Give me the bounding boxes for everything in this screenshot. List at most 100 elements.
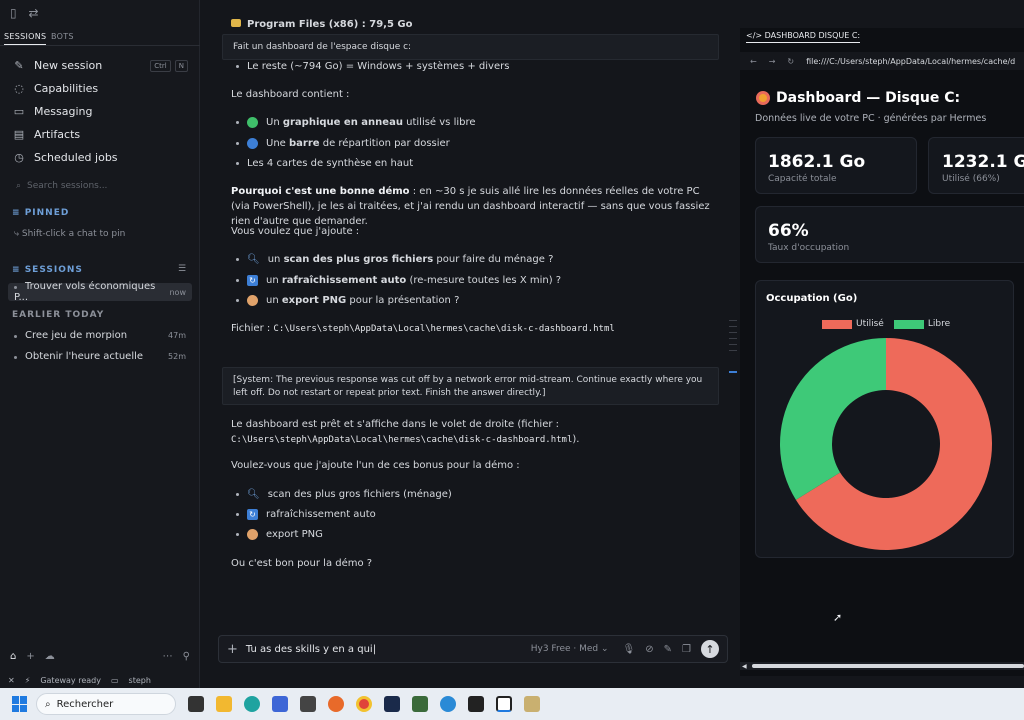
forward-icon[interactable]: → [769,57,776,66]
chrome-icon[interactable] [356,696,372,712]
sidebar-bottom-bar: ⌂ + ☁ ⋯ ⚲ [10,651,190,662]
nav-label: Artifacts [34,127,81,141]
app-icon[interactable] [524,696,540,712]
stat-value: 1232.1 Go [942,152,1024,172]
chat-bubbles-icon: ◌ [14,81,24,95]
paragraph: Vous voulez que j'ajoute : [231,226,360,237]
tab-sessions[interactable]: SESSIONS [4,32,47,45]
app-icon[interactable] [440,696,456,712]
kbd-ctrl: Ctrl [150,60,171,72]
reload-icon[interactable]: ↻ [787,57,794,66]
app-icon[interactable] [412,696,428,712]
stat-card-used: 1232.1 Go Utilisé (66%) [928,137,1024,194]
list-item-text: Le reste (~794 Go) = Windows + systèmes … [247,60,510,72]
back-icon[interactable]: ← [750,57,757,66]
session-time: now [169,287,186,297]
scroll-left-icon[interactable]: ◀ [742,663,747,670]
store-icon[interactable] [272,696,288,712]
search-sessions-input[interactable]: ⌕ Search sessions... [16,181,107,191]
horizontal-scrollbar[interactable]: ◀ [740,662,1024,670]
home-icon[interactable]: ⌂ [10,651,16,662]
list-item-text: rafraîchissement auto [266,508,376,520]
text: ). [572,434,580,445]
list-item: ↻ rafraîchissement auto [236,506,376,522]
mute-icon[interactable]: ⊘ [645,644,653,655]
edge-icon[interactable] [244,696,260,712]
session-item-current[interactable]: Trouver vols économiques P... now [8,281,192,303]
stat-value: 66% [768,221,809,241]
nav-label: New session [34,58,103,72]
filter-icon[interactable]: ☰ [178,264,186,274]
user-name: steph [128,675,151,685]
microphone-icon[interactable]: 🎙︎ [623,644,636,655]
session-label: Obtenir l'heure actuelle [25,350,144,362]
folder-icon [231,19,241,27]
windows-start-icon[interactable] [12,696,28,712]
new-session-button[interactable]: ✎ New session Ctrl N [12,56,188,74]
magnifier-icon: 🔍︎ [247,253,260,265]
nav-capabilities[interactable]: ◌ Capabilities [12,79,98,97]
nav-messaging[interactable]: ▭ Messaging [12,102,93,120]
taskbar-search[interactable]: ⌕ Rechercher [36,693,176,715]
text: Le dashboard est prêt et s'affiche dans … [231,419,560,430]
legend-label: Utilisé [856,319,884,329]
list-item: Un graphique en anneau utilisé vs libre [236,114,476,130]
mouse-cursor: ➚ [833,611,843,624]
user-message-text: Fait un dashboard de l'espace disque c: [233,42,412,52]
pinned-hint-text: Shift-click a chat to pin [21,229,126,239]
list-item: ↻ un rafraîchissement auto (re-mesure to… [236,272,561,288]
refresh-icon: ↻ [247,274,258,286]
list-item: un export PNG pour la présentation ? [236,292,459,308]
session-item[interactable]: Obtenir l'heure actuelle 52m [14,347,186,365]
disc-icon [756,91,770,105]
more-icon[interactable]: ⋯ [163,651,173,662]
hermes-app-icon[interactable] [496,696,512,712]
terminal-icon[interactable] [468,696,484,712]
model-label: Hy3 Free · Med [530,644,599,654]
nav-label: Messaging [34,104,93,118]
list-item: export PNG [236,526,323,542]
plus-icon[interactable]: + [227,642,238,657]
list-item: Les 4 cartes de synthèse en haut [236,155,413,171]
nav-label: Capabilities [34,81,99,95]
taskbar: ⌕ Rechercher [0,688,1024,720]
scroll-markers[interactable] [729,320,737,380]
session-time: 47m [168,330,186,340]
close-icon[interactable]: ✕ [8,676,15,685]
firefox-icon[interactable] [328,696,344,712]
palette-icon [247,294,258,306]
stat-label: Utilisé (66%) [942,174,1000,184]
nav-scheduled-jobs[interactable]: ◷ Scheduled jobs [12,148,117,166]
donut-slice-libre[interactable] [780,338,886,500]
message-input[interactable]: + Tu as des skills y en a qui | Hy3 Free … [218,635,728,663]
search-label: Rechercher [56,698,114,710]
session-item[interactable]: Cree jeu de morpion 47m [14,326,186,344]
cut-text: Program Files (x86) : 79,5 Go [231,19,412,30]
sidebar-toggle-icon[interactable]: ▯ [10,6,17,20]
gateway-status: Gateway ready [40,675,101,685]
add-icon[interactable]: + [26,651,34,662]
model-selector[interactable]: Hy3 Free · Med ⌄ [531,644,609,654]
nav-artifacts[interactable]: ▤ Artifacts [12,125,80,143]
stat-value: 1862.1 Go [768,152,866,172]
input-value[interactable]: Tu as des skills y en a qui [246,644,373,655]
app-icon[interactable] [300,696,316,712]
preview-tab[interactable]: </> DASHBOARD DISQUE C: [746,31,861,43]
task-view-icon[interactable] [188,696,204,712]
send-button[interactable]: ↑ [701,640,719,658]
legend-item: Utilisé [822,319,884,329]
dashboard-header: Dashboard — Disque C: [756,90,960,106]
voice-off-icon[interactable]: ✎ [664,644,672,655]
tab-bots[interactable]: BOTS [51,32,74,41]
copy-icon[interactable]: ❐ [682,644,691,655]
paragraph: Le dashboard est prêt et s'affiche dans … [231,417,716,448]
pin-icon[interactable]: ⚲ [183,651,190,662]
file-explorer-icon[interactable] [216,696,232,712]
app-icon[interactable] [384,696,400,712]
code-icon: </> [746,31,763,40]
switch-icon[interactable]: ⇄ [28,6,38,20]
url-text[interactable]: file:///C:/Users/steph/AppData/Local/her… [806,57,1016,66]
cloud-icon[interactable]: ☁ [45,651,55,662]
list-item: 🔍︎ un scan des plus gros fichiers pour f… [236,251,553,267]
scrollbar-thumb[interactable] [752,664,1024,668]
